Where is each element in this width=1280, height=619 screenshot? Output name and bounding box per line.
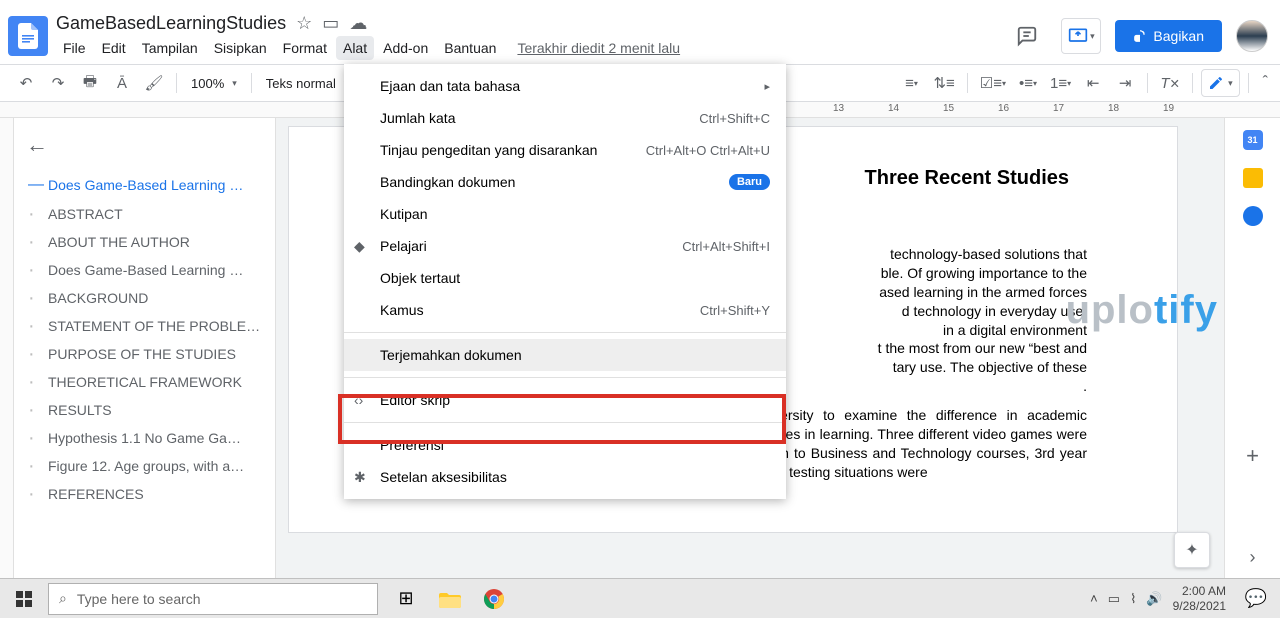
tray-wifi-icon[interactable]: ⌇: [1130, 591, 1136, 607]
checklist-icon[interactable]: ☑≡▾: [976, 69, 1010, 97]
account-avatar[interactable]: [1236, 20, 1268, 52]
search-icon: ⌕: [59, 590, 67, 607]
keep-icon[interactable]: [1243, 168, 1263, 188]
move-icon[interactable]: ▭: [322, 13, 339, 34]
taskbar-search[interactable]: ⌕ Type here to search: [48, 583, 378, 615]
menu-tools[interactable]: Alat: [336, 36, 374, 60]
edit-mode-button[interactable]: ▾: [1201, 69, 1240, 97]
collapse-toolbar-icon[interactable]: ˆ: [1263, 74, 1268, 92]
menu-script-editor[interactable]: ‹›Editor skrip: [344, 384, 786, 416]
chrome-icon[interactable]: [474, 579, 514, 619]
doc-title[interactable]: GameBasedLearningStudies: [56, 13, 286, 34]
menu-compare[interactable]: Bandingkan dokumenBaru: [344, 166, 786, 198]
align-icon[interactable]: ≡▾: [897, 69, 925, 97]
comments-icon[interactable]: [1007, 16, 1047, 56]
menu-wordcount[interactable]: Jumlah kataCtrl+Shift+C: [344, 102, 786, 134]
print-icon[interactable]: 🖶: [76, 69, 104, 97]
outline-item[interactable]: ·Figure 12. Age groups, with a…: [26, 452, 269, 480]
script-icon: ‹›: [354, 392, 363, 408]
bulleted-list-icon[interactable]: •≡▾: [1014, 69, 1042, 97]
ruler-tick: 13: [833, 103, 844, 114]
ruler-tick: 15: [943, 103, 954, 114]
outline-pane: ← —Does Game-Based Learning …·ABSTRACT·A…: [14, 118, 276, 578]
redo-icon[interactable]: ↷: [44, 69, 72, 97]
explore-button[interactable]: ✦: [1174, 532, 1210, 568]
ruler-tick: 14: [888, 103, 899, 114]
task-view-icon[interactable]: ⊞: [386, 579, 426, 619]
numbered-list-icon[interactable]: 1≡▾: [1046, 69, 1075, 97]
outline-item[interactable]: ·REFERENCES: [26, 480, 269, 508]
outline-item[interactable]: ·ABOUT THE AUTHOR: [26, 228, 269, 256]
tray-battery-icon[interactable]: ▭: [1108, 591, 1120, 607]
outline-item[interactable]: ·ABSTRACT: [26, 200, 269, 228]
vertical-ruler[interactable]: [0, 118, 14, 578]
ruler-tick: 19: [1163, 103, 1174, 114]
share-label: Bagikan: [1153, 28, 1204, 44]
menu-dictionary[interactable]: KamusCtrl+Shift+Y: [344, 294, 786, 326]
menu-addons[interactable]: Add-on: [376, 36, 435, 60]
calendar-icon[interactable]: [1243, 130, 1263, 150]
menu-citation[interactable]: Kutipan: [344, 198, 786, 230]
outline-item[interactable]: ·RESULTS: [26, 396, 269, 424]
docs-logo[interactable]: [8, 16, 48, 56]
outline-item[interactable]: ·BACKGROUND: [26, 284, 269, 312]
ruler-tick: 17: [1053, 103, 1064, 114]
star-icon[interactable]: ☆: [296, 13, 312, 34]
explore-icon: ◆: [354, 238, 365, 255]
menu-insert[interactable]: Sisipkan: [207, 36, 274, 60]
cloud-icon[interactable]: ☁: [349, 13, 367, 34]
collapse-side-panel-icon[interactable]: ›: [1250, 547, 1256, 568]
menu-format[interactable]: Format: [276, 36, 334, 60]
indent-increase-icon[interactable]: ⇥: [1111, 69, 1139, 97]
outline-item[interactable]: ·Hypothesis 1.1 No Game Ga…: [26, 424, 269, 452]
outline-item[interactable]: ·Does Game-Based Learning …: [26, 256, 269, 284]
outline-item[interactable]: ·THEORETICAL FRAMEWORK: [26, 368, 269, 396]
menu-linked-objects[interactable]: Objek tertaut: [344, 262, 786, 294]
menu-accessibility[interactable]: ✱Setelan aksesibilitas: [344, 461, 786, 493]
outline-back-icon[interactable]: ←: [26, 132, 269, 158]
line-spacing-icon[interactable]: ⇅≡: [929, 69, 958, 97]
outline-item[interactable]: ·PURPOSE OF THE STUDIES: [26, 340, 269, 368]
ruler-tick: 18: [1108, 103, 1119, 114]
menu-spelling[interactable]: Ejaan dan tata bahasa▸: [344, 70, 786, 102]
share-button[interactable]: Bagikan: [1115, 20, 1222, 52]
menu-review-suggestions[interactable]: Tinjau pengeditan yang disarankanCtrl+Al…: [344, 134, 786, 166]
menu-file[interactable]: File: [56, 36, 93, 60]
spellcheck-icon[interactable]: Ā: [108, 69, 136, 97]
outline-item[interactable]: ·STATEMENT OF THE PROBLE…: [26, 312, 269, 340]
taskbar-clock[interactable]: 2:00 AM 9/28/2021: [1173, 584, 1226, 613]
tools-dropdown: Ejaan dan tata bahasa▸ Jumlah kataCtrl+S…: [344, 64, 786, 499]
clear-format-icon[interactable]: T✕: [1156, 69, 1184, 97]
paint-format-icon[interactable]: 🖌: [140, 69, 168, 97]
side-panel: + ›: [1224, 118, 1280, 578]
add-addon-icon[interactable]: +: [1246, 443, 1259, 469]
tray-chevron-icon[interactable]: ˄: [1090, 591, 1098, 606]
tray-volume-icon[interactable]: 🔊: [1146, 591, 1162, 607]
present-button[interactable]: ▾: [1061, 18, 1101, 54]
tasks-icon[interactable]: [1243, 206, 1263, 226]
menu-translate-document[interactable]: Terjemahkan dokumen: [344, 339, 786, 371]
menu-help[interactable]: Bantuan: [437, 36, 503, 60]
outline-item[interactable]: —Does Game-Based Learning …: [26, 170, 269, 200]
accessibility-icon: ✱: [354, 469, 366, 486]
menu-explore[interactable]: ◆PelajariCtrl+Alt+Shift+I: [344, 230, 786, 262]
notification-icon[interactable]: 💬: [1236, 579, 1276, 619]
file-explorer-icon[interactable]: [430, 579, 470, 619]
last-edit[interactable]: Terakhir diedit 2 menit lalu: [517, 40, 680, 56]
menu-view[interactable]: Tampilan: [135, 36, 205, 60]
ruler-tick: 16: [998, 103, 1009, 114]
search-placeholder: Type here to search: [77, 591, 201, 607]
zoom-select[interactable]: 100%: [185, 69, 243, 97]
start-button[interactable]: [0, 579, 48, 619]
menu-edit[interactable]: Edit: [95, 36, 133, 60]
undo-icon[interactable]: ↶: [12, 69, 40, 97]
windows-taskbar: ⌕ Type here to search ⊞ ˄ ▭ ⌇ 🔊 2:00 AM …: [0, 578, 1280, 618]
indent-decrease-icon[interactable]: ⇤: [1079, 69, 1107, 97]
menu-preferences[interactable]: Preferensi: [344, 429, 786, 461]
